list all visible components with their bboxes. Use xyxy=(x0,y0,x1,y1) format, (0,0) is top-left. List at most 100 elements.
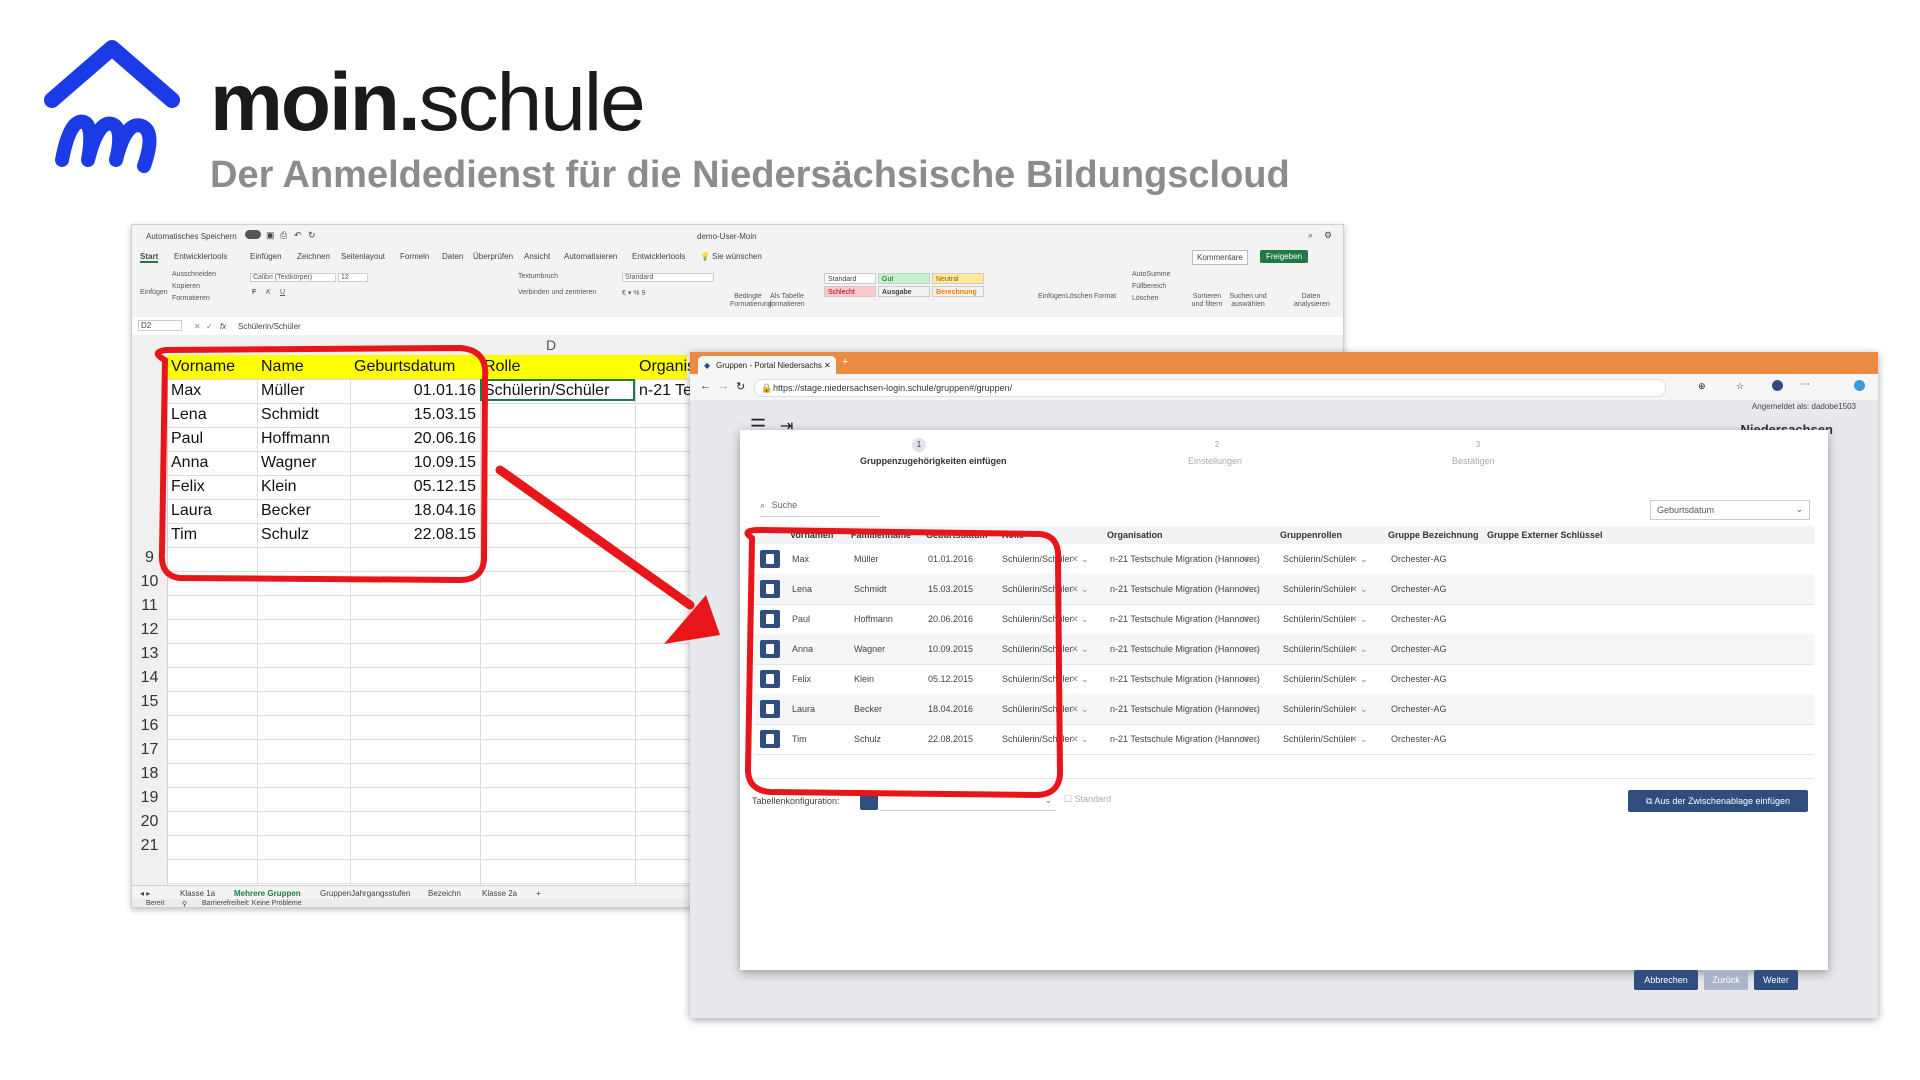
cell-vorname[interactable]: Paul xyxy=(171,430,203,448)
row-gruppenrolle-select[interactable]: Schülerin/Schüler xyxy=(1283,674,1354,684)
browser-tab[interactable]: ◆ Gruppen - Portal Niedersachs ✕ xyxy=(698,356,836,374)
address-bar[interactable]: 🔒 https://stage.niedersachsen-login.schu… xyxy=(754,379,1666,397)
sort-select[interactable]: Geburtsdatum ⌄ xyxy=(1650,500,1810,520)
profile-avatar[interactable] xyxy=(1772,380,1783,391)
sheet-tab[interactable]: GruppenJahrgangsstufen xyxy=(320,889,410,898)
cell-header-geburtsdatum[interactable]: Geburtsdatum xyxy=(354,358,455,376)
clear-button[interactable]: Löschen xyxy=(1132,295,1158,302)
close-tab-icon[interactable]: ✕ xyxy=(824,361,831,370)
clear-icon[interactable]: ✕ ⌄ xyxy=(1071,704,1089,715)
col-header-familienname[interactable]: Familienname xyxy=(851,530,911,540)
cell-organisation[interactable]: n-21 Te xyxy=(639,382,692,400)
sort-filter-button[interactable]: Sortieren und filtern xyxy=(1190,293,1224,309)
find-select-button[interactable]: Suchen und auswählen xyxy=(1228,293,1268,309)
col-header-vornamen[interactable]: Vornamen xyxy=(790,530,833,540)
row-gruppe[interactable]: Orchester-AG xyxy=(1391,734,1447,744)
print-icon[interactable]: ⎙ xyxy=(280,230,287,241)
clear-icon[interactable]: ✕ ⌄ xyxy=(1350,734,1368,745)
clear-icon[interactable]: ✕ ⌄ xyxy=(1350,644,1368,655)
cell-name[interactable]: Schmidt xyxy=(261,406,319,424)
clear-icon[interactable]: ✕ ⌄ xyxy=(1071,554,1089,565)
tab-start[interactable]: Start xyxy=(140,252,159,263)
cell-name[interactable]: Becker xyxy=(261,502,311,520)
cell-vorname[interactable]: Max xyxy=(171,382,201,400)
back-arrow-icon[interactable]: ← xyxy=(700,380,711,392)
row-organisation-select[interactable]: n-21 Testschule Migration (Hannover) xyxy=(1110,614,1260,624)
copilot-icon[interactable] xyxy=(1854,380,1865,391)
cell-name[interactable]: Wagner xyxy=(261,454,316,472)
row-organisation-select[interactable]: n-21 Testschule Migration (Hannover) xyxy=(1110,644,1260,654)
clear-icon[interactable]: ✕ ⌄ xyxy=(1071,734,1089,745)
col-header-gruppe-externer-schluessel[interactable]: Gruppe Externer Schlüssel xyxy=(1487,530,1603,540)
forward-arrow-icon[interactable]: → xyxy=(718,380,729,392)
style-schlecht[interactable]: Schlecht xyxy=(824,286,876,297)
font-name-select[interactable]: Calibri (Textkörper) xyxy=(250,273,336,282)
row-gruppenrolle-select[interactable]: Schülerin/Schüler xyxy=(1283,614,1354,624)
row-rolle-select[interactable]: Schülerin/Schüler xyxy=(1002,734,1073,744)
row-gruppe[interactable]: Orchester-AG xyxy=(1391,614,1447,624)
format-as-table-button[interactable]: Als Tabelle formatieren xyxy=(768,293,806,309)
clear-icon[interactable]: ✕ ⌄ xyxy=(1071,644,1089,655)
comments-button[interactable]: Kommentare xyxy=(1192,250,1248,265)
row-gruppe[interactable]: Orchester-AG xyxy=(1391,554,1447,564)
delete-row-button[interactable] xyxy=(760,670,780,688)
name-box[interactable]: D2 xyxy=(138,320,182,331)
row-organisation-select[interactable]: n-21 Testschule Migration (Hannover) xyxy=(1110,554,1260,564)
tab-ueberpruefen[interactable]: Überprüfen xyxy=(473,252,513,261)
clear-icon[interactable]: ✕ ⌄ xyxy=(1071,674,1089,685)
autosum-button[interactable]: AutoSumme xyxy=(1132,271,1171,278)
accessibility-status[interactable]: Barrierefreiheit: Keine Probleme xyxy=(202,900,302,907)
row-gruppenrolle-select[interactable]: Schülerin/Schüler xyxy=(1283,644,1354,654)
cell-name[interactable]: Müller xyxy=(261,382,305,400)
style-neutral[interactable]: Neutral xyxy=(932,273,984,284)
tab-formeln[interactable]: Formeln xyxy=(400,252,429,261)
col-header-gruppe-bezeichnung[interactable]: Gruppe Bezeichnung xyxy=(1388,530,1479,540)
currency-percent-icons[interactable]: € ▾ % 9 xyxy=(622,289,645,297)
reload-icon[interactable]: ↻ xyxy=(736,380,745,393)
redo-icon[interactable]: ↻ xyxy=(308,230,316,241)
save-icon[interactable]: ▣ xyxy=(266,230,275,241)
row-gruppenrolle-select[interactable]: Schülerin/Schüler xyxy=(1283,584,1354,594)
tab-einfuegen[interactable]: Einfügen xyxy=(250,252,282,261)
cut-button[interactable]: Ausschneiden xyxy=(172,271,216,278)
row-rolle-select[interactable]: Schülerin/Schüler xyxy=(1002,644,1073,654)
next-button[interactable]: Weiter xyxy=(1754,970,1798,990)
row-organisation-select[interactable]: n-21 Testschule Migration (Hannover) xyxy=(1110,584,1260,594)
table-config-select[interactable]: ⌄ xyxy=(880,792,1056,811)
row-organisation-select[interactable]: n-21 Testschule Migration (Hannover) xyxy=(1110,734,1260,744)
cancel-button[interactable]: Abbrechen xyxy=(1634,970,1698,990)
merge-center-button[interactable]: Verbinden und zentrieren xyxy=(518,289,596,296)
tab-ansicht[interactable]: Ansicht xyxy=(524,252,550,261)
clear-icon[interactable]: ✕ ⌄ xyxy=(1350,614,1368,625)
cell-datum[interactable]: 01.01.16 xyxy=(354,382,476,400)
number-format-select[interactable]: Standard xyxy=(622,273,714,282)
confirm-icon[interactable]: ✓ xyxy=(206,322,213,331)
wrap-text-button[interactable]: Textumbruch xyxy=(518,273,558,280)
format-painter-button[interactable]: Formatieren xyxy=(172,295,210,302)
style-standard[interactable]: Standard xyxy=(824,273,876,284)
save-config-icon[interactable] xyxy=(860,792,878,810)
clear-icon[interactable]: ✕ ⌄ xyxy=(1242,584,1260,595)
row-gruppenrolle-select[interactable]: Schülerin/Schüler xyxy=(1283,734,1354,744)
cell-header-name[interactable]: Name xyxy=(261,358,304,376)
delete-row-button[interactable] xyxy=(760,700,780,718)
format-cells-button[interactable]: Format xyxy=(1094,293,1116,300)
style-ausgabe[interactable]: Ausgabe xyxy=(878,286,930,297)
row-number[interactable]: 16 xyxy=(132,717,167,735)
style-gut[interactable]: Gut xyxy=(878,273,930,284)
style-berechnung[interactable]: Berechnung xyxy=(932,286,984,297)
cell-datum[interactable]: 10.09.15 xyxy=(354,454,476,472)
row-gruppe[interactable]: Orchester-AG xyxy=(1391,644,1447,654)
row-gruppenrolle-select[interactable]: Schülerin/Schüler xyxy=(1283,554,1354,564)
row-number[interactable]: 11 xyxy=(132,597,167,615)
tab-entwicklertools-2[interactable]: Entwicklertools xyxy=(632,252,685,261)
row-number[interactable]: 21 xyxy=(132,837,167,855)
bookmark-star-icon[interactable]: ☆ xyxy=(1736,381,1744,392)
italic-button[interactable]: K xyxy=(266,289,271,296)
tab-zeichnen[interactable]: Zeichnen xyxy=(297,252,330,261)
cell-name[interactable]: Hoffmann xyxy=(261,430,330,448)
tell-me-input[interactable]: Sie wünschen xyxy=(712,252,762,261)
clear-icon[interactable]: ✕ ⌄ xyxy=(1350,704,1368,715)
row-number[interactable]: 10 xyxy=(132,573,167,591)
col-header-organisation[interactable]: Organisation xyxy=(1107,530,1163,540)
